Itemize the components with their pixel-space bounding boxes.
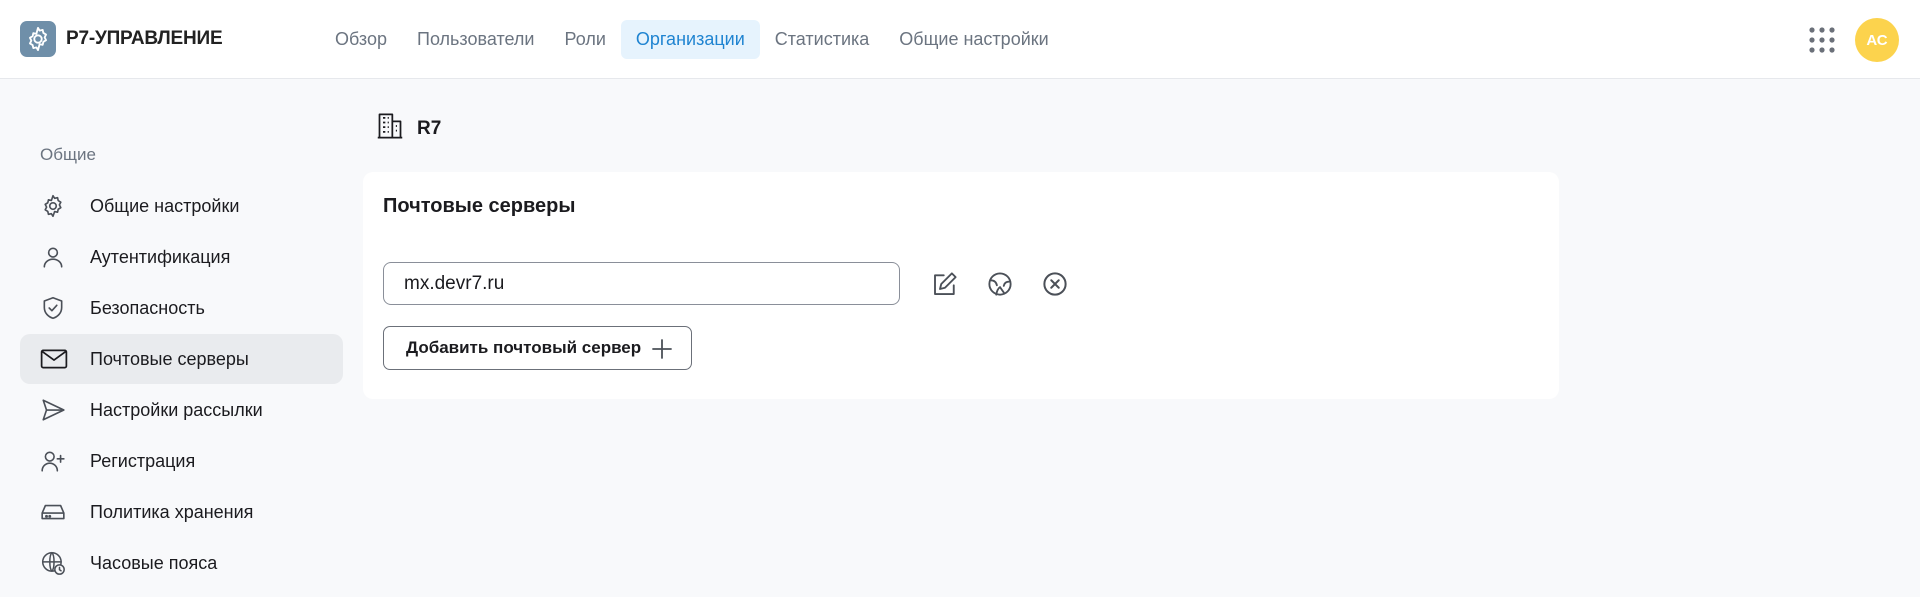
sidebar-item-label: Почтовые серверы: [90, 348, 249, 369]
tab-statistics[interactable]: Статистика: [760, 20, 885, 59]
sidebar-item-storage-policy[interactable]: Политика хранения: [20, 487, 343, 537]
plus-icon: [650, 337, 674, 361]
sidebar-item-mailing-settings[interactable]: Настройки рассылки: [20, 385, 343, 435]
user-avatar[interactable]: АС: [1855, 18, 1899, 62]
user-plus-icon: [40, 448, 66, 474]
user-icon: [40, 244, 66, 270]
sidebar-item-mail-servers[interactable]: Почтовые серверы: [20, 334, 343, 384]
page-header: R7: [376, 112, 441, 145]
building-icon: [376, 112, 404, 145]
add-mail-server-button[interactable]: Добавить почтовый сервер: [383, 326, 692, 370]
globe-clock-icon: [40, 550, 66, 576]
app-name: Р7-УПРАВЛЕНИЕ: [66, 28, 223, 49]
edit-icon[interactable]: [930, 269, 960, 299]
sidebar-item-label: Регистрация: [90, 450, 196, 471]
mail-server-input[interactable]: [383, 262, 900, 305]
sidebar-item-authentication[interactable]: Аутентификация: [20, 232, 343, 282]
sidebar-item-label: Часовые пояса: [90, 552, 218, 573]
sidebar-item-label: Настройки рассылки: [90, 399, 263, 420]
mail-icon: [40, 346, 68, 372]
sidebar-group-label: Общие: [40, 145, 96, 164]
sidebar-item-security[interactable]: Безопасность: [20, 283, 343, 333]
sidebar-item-time-zones[interactable]: Часовые пояса: [20, 538, 343, 588]
sidebar-item-registration[interactable]: Регистрация: [20, 436, 343, 486]
page-title: R7: [417, 117, 442, 139]
gear-logo-icon: [20, 21, 56, 57]
check-connection-icon[interactable]: [985, 269, 1015, 299]
sidebar-item-general-settings[interactable]: Общие настройки: [20, 181, 343, 231]
storage-icon: [40, 499, 66, 525]
top-navigation: Обзор Пользователи Роли Организации Стат…: [320, 20, 1064, 59]
tab-users[interactable]: Пользователи: [402, 20, 549, 59]
app-logo[interactable]: Р7-УПРАВЛЕНИЕ: [20, 21, 223, 57]
tab-organizations[interactable]: Организации: [620, 20, 760, 59]
gear-icon: [40, 193, 66, 219]
tab-overview[interactable]: Обзор: [320, 20, 402, 59]
card-title: Почтовые серверы: [383, 195, 576, 217]
top-header: Р7-УПРАВЛЕНИЕ Обзор Пользователи Роли Ор…: [0, 0, 1920, 79]
add-mail-server-label: Добавить почтовый сервер: [406, 338, 642, 357]
remove-circle-icon[interactable]: [1040, 269, 1070, 299]
sidebar-item-label: Общие настройки: [90, 195, 240, 216]
apps-grid-icon[interactable]: [1808, 26, 1836, 54]
sidebar-item-label: Безопасность: [90, 297, 205, 318]
sidebar-item-label: Политика хранения: [90, 501, 254, 522]
shield-check-icon: [40, 295, 66, 321]
send-icon: [40, 397, 66, 423]
tab-general-settings[interactable]: Общие настройки: [884, 20, 1063, 59]
mail-servers-card: Почтовые серверы Добавить почтовый серве…: [363, 172, 1559, 399]
tab-roles[interactable]: Роли: [549, 20, 620, 59]
sidebar-item-label: Аутентификация: [90, 246, 231, 267]
